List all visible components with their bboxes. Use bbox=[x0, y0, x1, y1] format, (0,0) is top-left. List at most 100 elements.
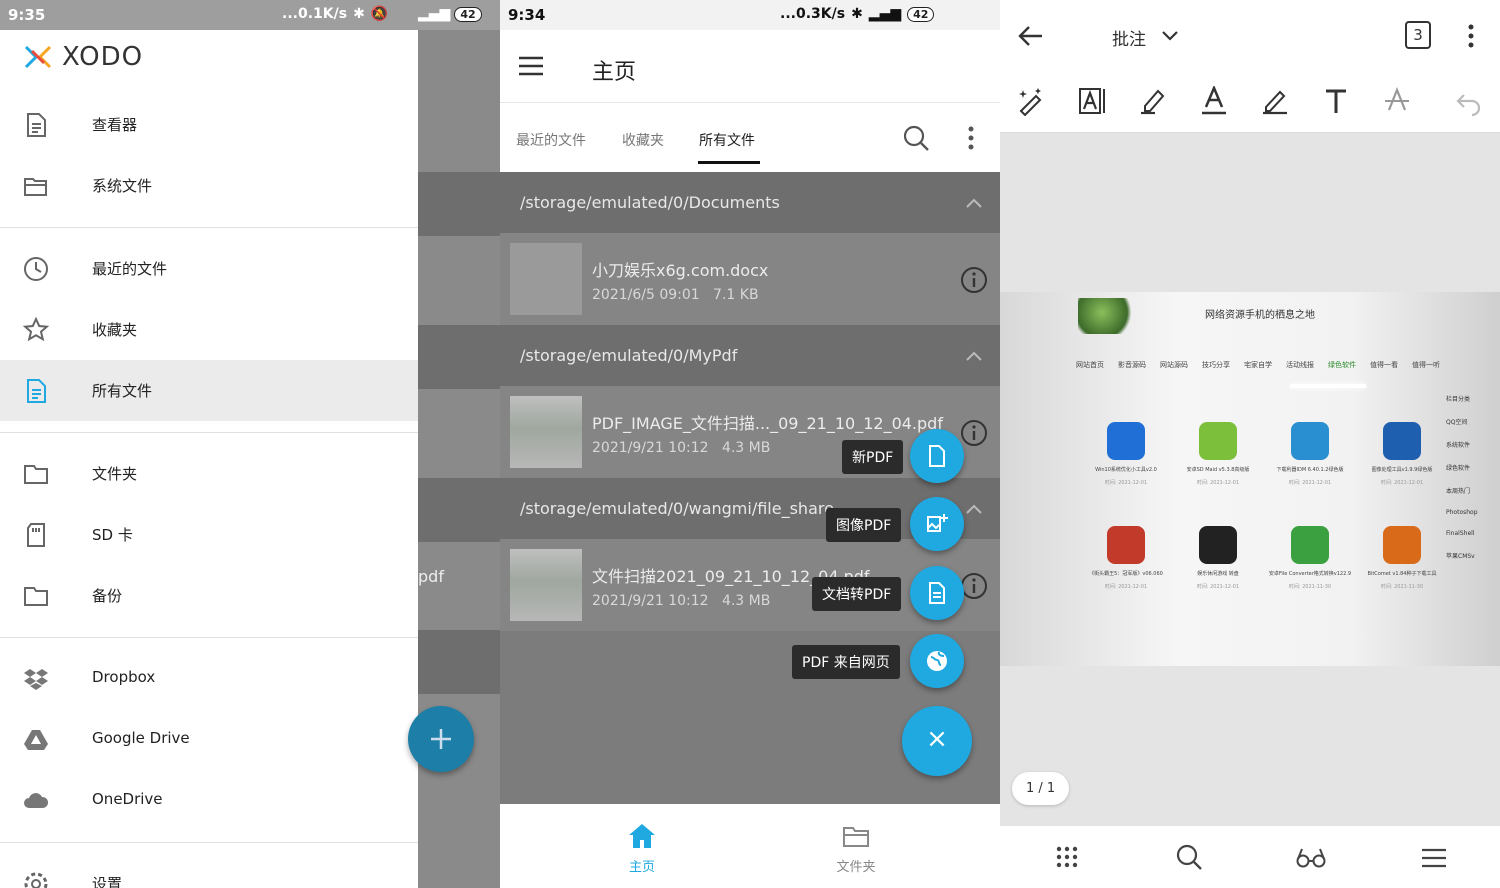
doc-app-card: 图像处理工具v1.9.9绿色版时间: 2021-12-01 bbox=[1358, 422, 1446, 486]
info-icon[interactable] bbox=[960, 266, 988, 294]
highlighter-icon[interactable] bbox=[1138, 86, 1168, 116]
fab-label-new-pdf[interactable]: 新PDF bbox=[842, 440, 903, 474]
app-logo: XODO bbox=[22, 42, 143, 72]
drawer-item-backup[interactable]: 备份 bbox=[0, 565, 418, 626]
nav-folders[interactable]: 文件夹 bbox=[816, 822, 896, 875]
drawer-item-dropbox[interactable]: Dropbox bbox=[0, 648, 418, 709]
doc-header: 网络资源手机的栖息之地 bbox=[1205, 306, 1315, 321]
file-row[interactable]: 小刀娱乐x6g.com.docx 2021/6/5 09:01 7.1 KB bbox=[500, 233, 1000, 325]
close-icon: × bbox=[902, 724, 972, 754]
fab-label-pdf-from-web[interactable]: PDF 来自网页 bbox=[792, 645, 900, 679]
mode-selector[interactable]: 批注 bbox=[1112, 25, 1146, 50]
watermark: www.pc0359.cn bbox=[1372, 866, 1467, 880]
drawer-item-all-files[interactable]: 所有文件 bbox=[0, 360, 418, 421]
undo-icon[interactable] bbox=[1454, 86, 1484, 116]
text-icon[interactable] bbox=[1321, 86, 1351, 116]
app-thumbnail-icon bbox=[1199, 526, 1237, 564]
tab-all-files[interactable]: 所有文件 bbox=[699, 130, 755, 150]
page-title: 主页 bbox=[592, 54, 636, 86]
status-time: 9:34 bbox=[508, 6, 545, 24]
drawer-item-system-files[interactable]: 系统文件 bbox=[0, 155, 418, 216]
drawer-item-onedrive[interactable]: OneDrive bbox=[0, 770, 418, 831]
fab-label-doc-to-pdf[interactable]: 文档转PDF bbox=[812, 577, 901, 611]
drawer-item-sd-card[interactable]: SD 卡 bbox=[0, 504, 418, 565]
page-indicator[interactable]: 1 / 1 bbox=[1012, 772, 1069, 805]
drawer-item-folders[interactable]: 文件夹 bbox=[0, 443, 418, 504]
drawer-item-recent[interactable]: 最近的文件 bbox=[0, 238, 418, 299]
xodo-logo-icon bbox=[22, 43, 54, 71]
background-content: ▂▄▆ 42 pdf bbox=[418, 0, 500, 888]
doc-app-card: Win10系统优化小工具v2.0时间: 2021-12-01 bbox=[1082, 422, 1170, 486]
doc-app-card: 《街头霸王5：冠军版》v06.060时间: 2021-12-01 bbox=[1082, 526, 1170, 590]
image-pdf-button[interactable] bbox=[910, 497, 964, 551]
pdf-viewer-screen: 批注 3 网络资源手机的栖息之地 网站首页影音源码网站源码技巧分享宅家自学活动线… bbox=[1000, 0, 1500, 888]
doc-nav-item: 技巧分享 bbox=[1202, 360, 1230, 372]
cloud-icon bbox=[22, 787, 50, 815]
chevron-up-icon[interactable] bbox=[966, 351, 982, 361]
doc-nav-item: 影音源码 bbox=[1118, 360, 1146, 372]
doc-app-grid: Win10系统优化小工具v2.0时间: 2021-12-01 安卓SD Maid … bbox=[1082, 422, 1442, 666]
document-icon bbox=[22, 377, 50, 405]
logo-text: XODO bbox=[62, 42, 143, 72]
nav-home[interactable]: 主页 bbox=[602, 822, 682, 875]
back-arrow-icon[interactable] bbox=[1018, 25, 1044, 47]
fab-label-image-pdf[interactable]: 图像PDF bbox=[826, 508, 901, 542]
doc-app-date: 时间: 2021-12-01 bbox=[1266, 479, 1354, 486]
pen-icon[interactable] bbox=[1260, 86, 1290, 116]
file-thumbnail bbox=[510, 396, 582, 468]
drawer-item-viewer[interactable]: 查看器 bbox=[0, 94, 418, 155]
doc-app-name: 安卓File Converter格式转换v122.9 bbox=[1266, 570, 1354, 577]
section-header[interactable]: /storage/emulated/0/Documents bbox=[500, 172, 1000, 233]
search-icon[interactable] bbox=[1175, 843, 1203, 871]
grid-icon[interactable] bbox=[1055, 845, 1079, 869]
tab-indicator bbox=[698, 161, 760, 164]
doc-app-card: BitComet v1.84种子下载工具时间: 2021-11-30 bbox=[1358, 526, 1446, 590]
tab-favorites[interactable]: 收藏夹 bbox=[622, 130, 664, 150]
reading-mode-icon[interactable] bbox=[1296, 846, 1326, 870]
doc-nav: 网站首页影音源码网站源码技巧分享宅家自学活动线报绿色软件值得一看值得一听 bbox=[1076, 360, 1500, 372]
doc-app-date: 时间: 2021-11-30 bbox=[1266, 583, 1354, 590]
new-pdf-button[interactable] bbox=[910, 429, 964, 483]
close-fab-button[interactable]: × bbox=[902, 706, 972, 776]
text-box-icon[interactable] bbox=[1077, 86, 1107, 116]
home-screen: 9:34 ...0.3K/s ✱ ▂▄▆ 42 主页 最近的文件 收藏夹 所有文… bbox=[500, 0, 1000, 888]
doc-nav-item: 值得一听 bbox=[1412, 360, 1440, 372]
battery-indicator: 42 bbox=[907, 7, 934, 22]
viewer-bottom-bar: www.pc0359.cn bbox=[1000, 826, 1500, 888]
tab-recent[interactable]: 最近的文件 bbox=[516, 130, 586, 150]
doc-side-item: FinalShell bbox=[1446, 530, 1500, 537]
app-thumbnail-icon bbox=[1107, 422, 1145, 460]
signal-icon: ▂▄▆ bbox=[869, 6, 901, 22]
chevron-up-icon[interactable] bbox=[966, 504, 982, 514]
strikethrough-icon[interactable] bbox=[1382, 86, 1412, 116]
drawer-item-favorites[interactable]: 收藏夹 bbox=[0, 299, 418, 360]
pdf-page[interactable]: 网络资源手机的栖息之地 网站首页影音源码网站源码技巧分享宅家自学活动线报绿色软件… bbox=[1000, 292, 1500, 666]
info-icon[interactable] bbox=[960, 419, 988, 447]
sd-card-icon bbox=[22, 521, 50, 549]
drawer-item-settings[interactable]: 设置 bbox=[0, 853, 418, 888]
magic-pen-icon[interactable] bbox=[1016, 86, 1046, 116]
doc-app-name: 安卓SD Maid v5.3.8高级版 bbox=[1174, 466, 1262, 473]
dropbox-icon bbox=[22, 665, 50, 693]
divider bbox=[0, 432, 418, 433]
folder-open-icon bbox=[841, 822, 871, 850]
pdf-from-web-button[interactable] bbox=[910, 634, 964, 688]
doc-side-item: 苹果CMSv bbox=[1446, 551, 1500, 560]
info-icon[interactable] bbox=[960, 572, 988, 600]
divider bbox=[0, 842, 418, 843]
underline-icon[interactable] bbox=[1199, 86, 1229, 116]
document-convert-icon bbox=[925, 581, 949, 605]
chevron-up-icon[interactable] bbox=[966, 198, 982, 208]
more-vert-icon[interactable] bbox=[968, 126, 974, 150]
drawer-item-google-drive[interactable]: Google Drive bbox=[0, 709, 418, 770]
tab-count-badge[interactable]: 3 bbox=[1405, 21, 1431, 49]
bottom-navigation: 主页 文件夹 bbox=[500, 804, 1000, 888]
search-icon[interactable] bbox=[902, 124, 930, 152]
doc-app-date: 时间: 2021-11-30 bbox=[1358, 583, 1446, 590]
doc-to-pdf-button[interactable] bbox=[910, 566, 964, 620]
app-bar: 主页 bbox=[500, 30, 1000, 102]
chevron-down-icon[interactable] bbox=[1162, 31, 1178, 41]
more-vert-icon[interactable] bbox=[1468, 24, 1474, 48]
menu-icon[interactable] bbox=[518, 55, 544, 77]
section-header[interactable]: /storage/emulated/0/MyPdf bbox=[500, 325, 1000, 386]
